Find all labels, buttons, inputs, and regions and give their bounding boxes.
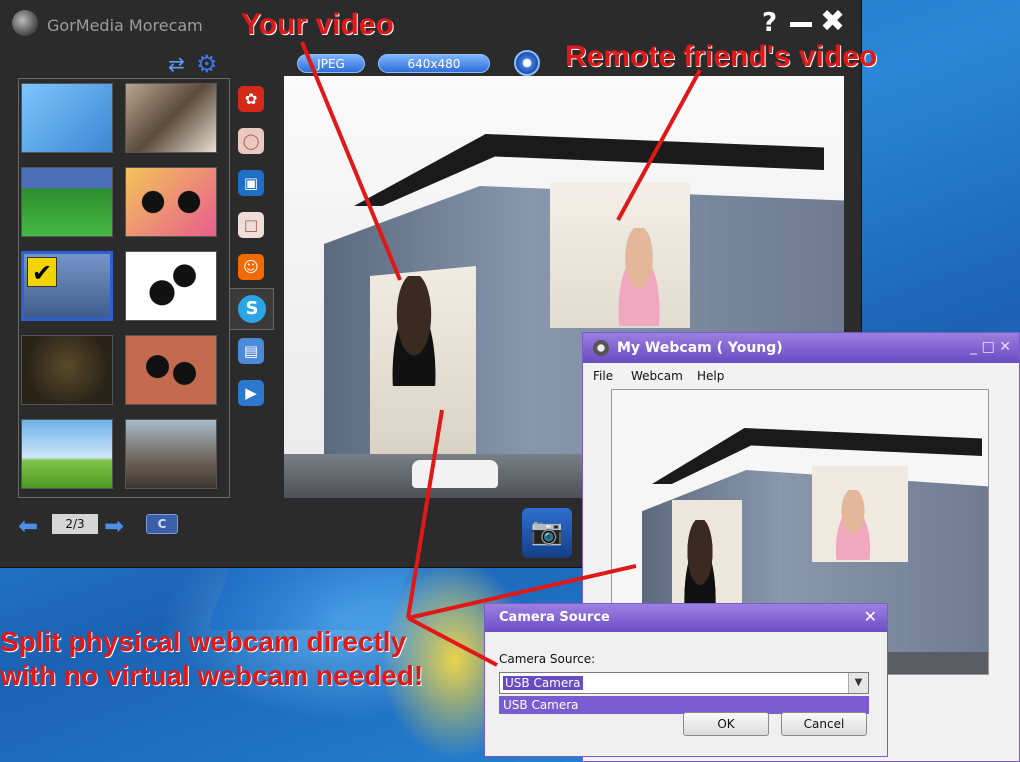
resolution-button[interactable]: 640x480 — [378, 54, 490, 73]
desktop-wallpaper-stripe — [207, 560, 413, 630]
menu-help[interactable]: Help — [697, 369, 724, 383]
camera-source-label: Camera Source: — [499, 652, 596, 666]
selected-camera: USB Camera — [503, 676, 583, 690]
settings-icon[interactable] — [514, 50, 540, 76]
category-skype-tab[interactable]: S — [230, 288, 274, 330]
ok-button[interactable]: OK — [683, 712, 769, 736]
prev-arrow-icon[interactable]: ⬅ — [18, 512, 38, 540]
effect-thumbnail[interactable] — [21, 419, 113, 489]
webcam-logo-icon — [12, 10, 38, 36]
your-video-person — [678, 520, 722, 610]
gear-icon[interactable]: ⚙ — [196, 50, 218, 78]
dialog-title: Camera Source — [499, 610, 610, 625]
annotation-remote-video: Remote friend's video — [565, 40, 878, 73]
app-title: GorMedia Morecam — [47, 16, 203, 35]
format-button[interactable]: JPEG — [297, 54, 365, 73]
close-button[interactable]: ✖ — [820, 4, 845, 39]
next-arrow-icon[interactable]: ➡ — [104, 512, 124, 540]
category-emoji-icon[interactable]: ☺ — [238, 254, 264, 280]
minimize-button[interactable] — [790, 22, 812, 27]
annotation-split: Split physical webcam directly with no v… — [0, 625, 423, 693]
effect-thumbnail[interactable] — [125, 419, 217, 489]
clear-button[interactable]: C — [146, 514, 178, 534]
remote-video-person — [609, 228, 669, 326]
effect-thumbnail[interactable] — [125, 335, 217, 405]
menu-file[interactable]: File — [593, 369, 613, 383]
effect-thumbnail[interactable] — [125, 251, 217, 321]
help-button[interactable]: ? — [762, 8, 777, 38]
category-picture-icon[interactable]: ▣ — [238, 170, 264, 196]
window-controls[interactable]: _ □ ✕ — [970, 339, 1011, 355]
effect-thumbnail[interactable] — [21, 83, 113, 153]
effect-thumbnail[interactable] — [21, 167, 113, 237]
category-border-icon[interactable]: □ — [238, 212, 264, 238]
cancel-button[interactable]: Cancel — [781, 712, 867, 736]
checkmark-icon: ✔ — [27, 257, 57, 287]
effects-thumbnail-panel: ✔ — [18, 78, 230, 498]
close-icon[interactable]: ✕ — [864, 607, 877, 626]
dialog-titlebar[interactable]: Camera Source ✕ — [485, 604, 887, 632]
category-scene-icon[interactable]: ▤ — [238, 338, 264, 364]
your-video-person — [384, 276, 444, 386]
chevron-down-icon[interactable]: ▼ — [848, 673, 868, 693]
webcam-menubar: File Webcam Help — [583, 365, 1019, 387]
camera-source-dialog: Camera Source ✕ Camera Source: USB Camer… — [484, 603, 888, 757]
menu-webcam[interactable]: Webcam — [631, 369, 683, 383]
category-video-icon[interactable]: ▶ — [238, 380, 264, 406]
car — [412, 460, 498, 488]
effect-thumbnail[interactable] — [125, 83, 217, 153]
webcam-icon — [593, 340, 609, 356]
effect-thumbnail-selected[interactable]: ✔ — [21, 251, 113, 321]
effect-thumbnail[interactable] — [125, 167, 217, 237]
category-flower-icon[interactable]: ✿ — [238, 86, 264, 112]
skype-icon: S — [238, 295, 266, 323]
webcam-title: My Webcam ( Young) — [617, 340, 783, 356]
annotation-split-line2: with no virtual webcam needed! — [0, 660, 424, 691]
remote-video-person — [828, 490, 878, 560]
camera-source-select[interactable]: USB Camera ▼ — [499, 672, 869, 694]
effect-thumbnail[interactable] — [21, 335, 113, 405]
page-indicator: 2/3 — [52, 514, 98, 534]
annotation-your-video: Your video — [241, 8, 394, 41]
webcam-titlebar[interactable]: My Webcam ( Young) _ □ ✕ — [583, 333, 1019, 363]
category-frame-icon[interactable]: ◯ — [238, 128, 264, 154]
snapshot-button[interactable]: 📷 — [522, 508, 572, 558]
sync-icon[interactable]: ⇄ — [168, 52, 185, 76]
annotation-split-line1: Split physical webcam directly — [0, 626, 407, 657]
camera-icon: 📷 — [530, 517, 564, 547]
